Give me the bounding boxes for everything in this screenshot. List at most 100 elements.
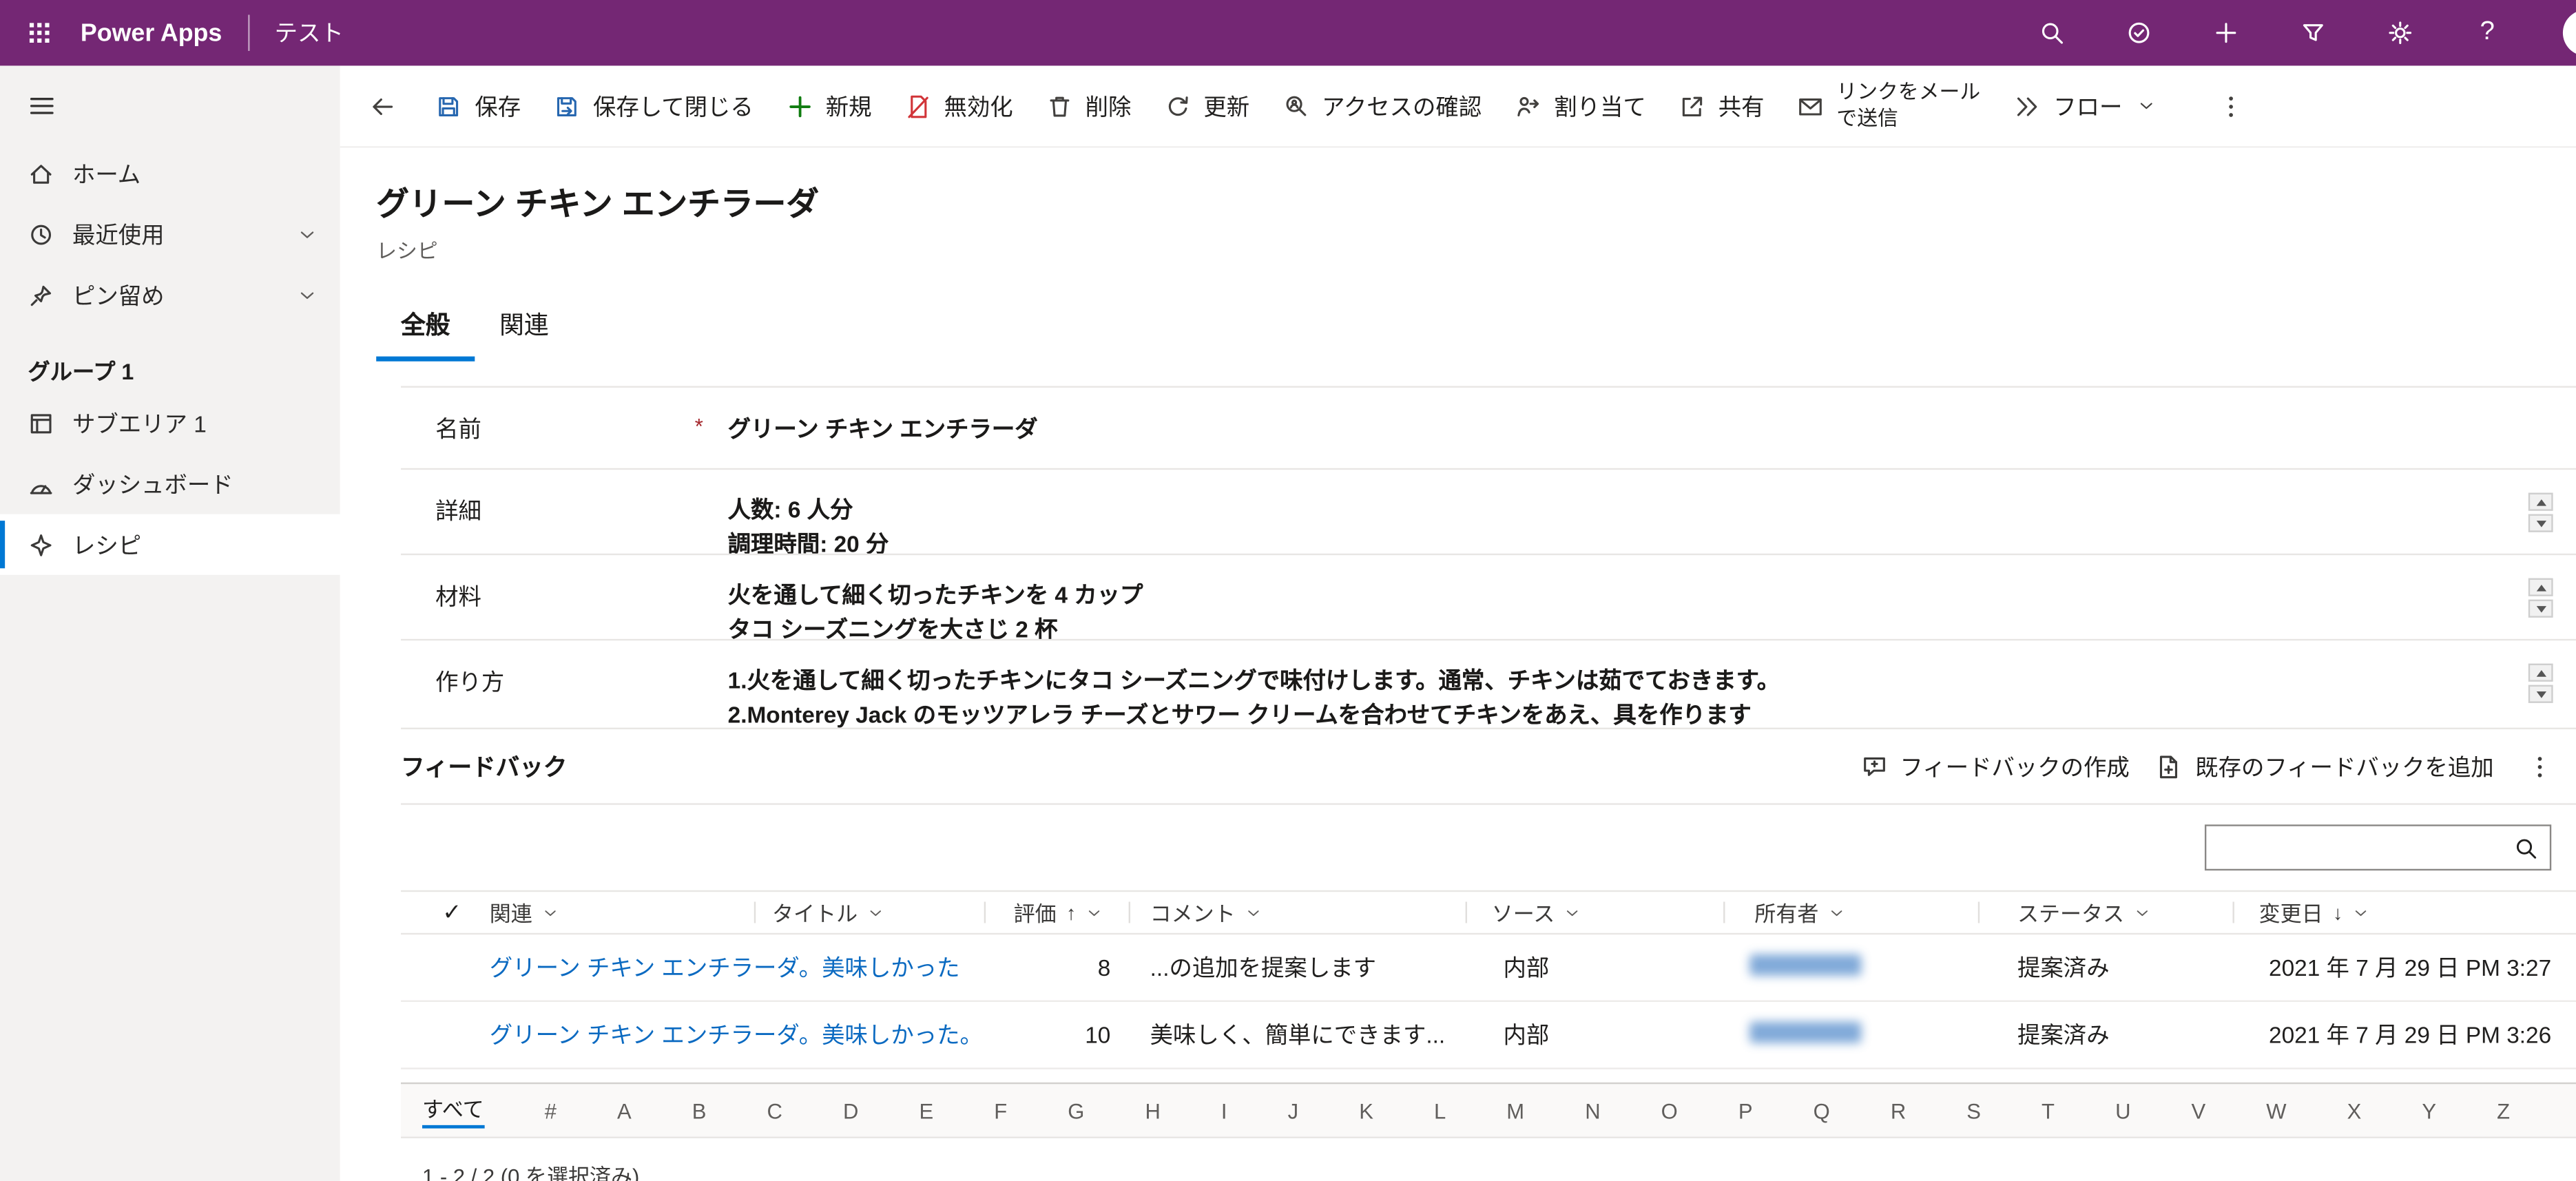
jump-letter[interactable]: Y xyxy=(2422,1098,2436,1123)
chevron-down-icon[interactable] xyxy=(1565,904,1581,921)
chevron-down-icon[interactable] xyxy=(867,904,884,921)
app-launcher-icon[interactable] xyxy=(21,14,57,50)
jump-letter[interactable]: W xyxy=(2266,1098,2286,1123)
column-header-rating[interactable]: 評価 ↑ xyxy=(986,892,1130,933)
scroll-down-button[interactable] xyxy=(2528,600,2553,618)
tab-general[interactable]: 全般 xyxy=(376,297,475,362)
search-icon[interactable] xyxy=(2513,835,2538,860)
column-header-comment[interactable]: コメント xyxy=(1130,892,1467,933)
tab-related[interactable]: 関連 xyxy=(475,297,573,362)
share-button[interactable]: 共有 xyxy=(1663,76,1781,136)
jump-letter[interactable]: C xyxy=(767,1098,782,1123)
jump-letter[interactable]: # xyxy=(545,1098,557,1123)
sidebar-item-subarea-1[interactable]: サブエリア 1 xyxy=(0,393,340,453)
assign-button[interactable]: 割り当て xyxy=(1498,76,1663,136)
scroll-up-button[interactable] xyxy=(2528,493,2553,511)
more-commands-button[interactable] xyxy=(2201,76,2261,136)
feedback-row[interactable]: グリーン チキン エンチラーダ。美味しかった 8 ...の追加を提案します 内部… xyxy=(401,934,2576,1002)
jump-letter[interactable]: D xyxy=(843,1098,858,1123)
column-header-source[interactable]: ソース xyxy=(1467,892,1725,933)
refresh-button[interactable]: 更新 xyxy=(1147,76,1266,136)
circle-check-icon[interactable] xyxy=(2121,14,2157,50)
directions-field-value[interactable]: 1.火を通して細く切ったチキンにタコ シーズニングで味付けします。通常、チキンは… xyxy=(707,640,2576,727)
chevron-down-icon[interactable] xyxy=(2353,904,2369,921)
create-feedback-button[interactable]: フィードバックの作成 xyxy=(1860,750,2130,783)
jump-letter[interactable]: K xyxy=(1359,1098,1373,1123)
settings-gear-icon[interactable] xyxy=(2382,14,2418,50)
jump-letter[interactable]: N xyxy=(1585,1098,1600,1123)
jump-letter[interactable]: R xyxy=(1891,1098,1906,1123)
jump-letter[interactable]: U xyxy=(2115,1098,2130,1123)
scroll-up-button[interactable] xyxy=(2528,664,2553,682)
save-button[interactable]: 保存 xyxy=(419,76,537,136)
jump-letter[interactable]: I xyxy=(1221,1098,1227,1123)
chevron-down-icon[interactable] xyxy=(1245,904,1262,921)
deactivate-button[interactable]: 無効化 xyxy=(888,76,1029,136)
chevron-down-icon[interactable] xyxy=(2134,904,2150,921)
save-and-close-button[interactable]: 保存して閉じる xyxy=(537,76,770,136)
sidebar-item-pinned[interactable]: ピン留め xyxy=(0,264,340,325)
jump-letter[interactable]: V xyxy=(2192,1098,2206,1123)
app-name[interactable]: テスト xyxy=(275,17,344,50)
grid-search-input[interactable] xyxy=(2218,835,2513,860)
jump-letter[interactable]: P xyxy=(1738,1098,1753,1123)
related-record-link[interactable]: グリーン チキン エンチラーダ。美味しかった xyxy=(490,954,960,981)
sidebar-item-recent[interactable]: 最近使用 xyxy=(0,204,340,264)
jump-letter[interactable]: A xyxy=(617,1098,632,1123)
email-link-button[interactable]: リンクをメールで送信 xyxy=(1780,76,1997,136)
check-access-button[interactable]: アクセスの確認 xyxy=(1266,76,1498,136)
filter-icon[interactable] xyxy=(2295,14,2331,50)
flow-button[interactable]: フロー xyxy=(1997,76,2172,136)
jump-letter[interactable]: L xyxy=(1434,1098,1446,1123)
jump-letter[interactable]: H xyxy=(1145,1098,1160,1123)
help-icon[interactable]: ? xyxy=(2469,14,2505,50)
sidebar-item-dashboard[interactable]: ダッシュボード xyxy=(0,453,340,514)
name-field-value[interactable]: グリーン チキン エンチラーダ xyxy=(707,388,2576,468)
jump-letter[interactable]: B xyxy=(692,1098,707,1123)
jump-letter[interactable]: Q xyxy=(1814,1098,1830,1123)
more-vertical-icon[interactable] xyxy=(2520,753,2559,780)
jump-letter[interactable]: O xyxy=(1661,1098,1678,1123)
jump-letter[interactable]: Z xyxy=(2497,1098,2510,1123)
details-field-value[interactable]: 人数: 6 人分 調理時間: 20 分 xyxy=(707,470,2576,554)
delete-button[interactable]: 削除 xyxy=(1030,76,1148,136)
chevron-down-icon[interactable] xyxy=(542,904,559,921)
hamburger-menu-icon[interactable] xyxy=(0,65,65,120)
column-header-related[interactable]: 関連 xyxy=(477,892,756,933)
jump-letter[interactable]: E xyxy=(919,1098,933,1123)
sidebar-item-home[interactable]: ホーム xyxy=(0,143,340,204)
jump-letter[interactable]: J xyxy=(1288,1098,1299,1123)
column-header-title[interactable]: タイトル xyxy=(756,892,986,933)
jump-letter[interactable]: S xyxy=(1966,1098,1981,1123)
search-icon[interactable] xyxy=(2034,14,2070,50)
related-record-link[interactable]: グリーン チキン エンチラーダ。美味しかった。 xyxy=(490,1022,983,1048)
jump-letter[interactable]: T xyxy=(2042,1098,2055,1123)
select-all-column-header[interactable]: ✓ xyxy=(401,892,477,933)
jump-all-selected[interactable]: すべて xyxy=(422,1092,484,1128)
chevron-down-icon[interactable] xyxy=(298,285,318,305)
jump-letter[interactable]: X xyxy=(2347,1098,2362,1123)
grid-search-box[interactable] xyxy=(2205,824,2551,870)
chevron-down-icon[interactable] xyxy=(1086,904,1103,921)
brand-title[interactable]: Power Apps xyxy=(81,19,222,47)
chevron-down-icon[interactable] xyxy=(1829,904,1845,921)
source-cell: 内部 xyxy=(1467,951,1725,984)
jump-letter[interactable]: F xyxy=(994,1098,1007,1123)
ingredients-field-value[interactable]: 火を通して細く切ったチキンを 4 カップ タコ シーズニングを大さじ 2 杯 xyxy=(707,555,2576,639)
jump-letter[interactable]: M xyxy=(1506,1098,1524,1123)
column-header-modified[interactable]: 変更日 ↓ xyxy=(2234,892,2576,933)
user-avatar[interactable] xyxy=(2563,10,2576,56)
feedback-row[interactable]: グリーン チキン エンチラーダ。美味しかった。 10 美味しく、簡単にできます.… xyxy=(401,1002,2576,1069)
column-header-status[interactable]: ステータス xyxy=(1980,892,2234,933)
column-header-owner[interactable]: 所有者 xyxy=(1725,892,1980,933)
back-button[interactable] xyxy=(350,76,415,136)
scroll-down-button[interactable] xyxy=(2528,685,2553,703)
sidebar-item-recipes[interactable]: レシピ xyxy=(0,514,340,575)
jump-letter[interactable]: G xyxy=(1068,1098,1084,1123)
add-icon[interactable] xyxy=(2208,14,2244,50)
scroll-down-button[interactable] xyxy=(2528,514,2553,532)
chevron-down-icon[interactable] xyxy=(298,224,318,244)
add-existing-feedback-button[interactable]: 既存のフィードバックを追加 xyxy=(2156,750,2494,783)
scroll-up-button[interactable] xyxy=(2528,578,2553,596)
new-button[interactable]: 新規 xyxy=(770,76,889,136)
